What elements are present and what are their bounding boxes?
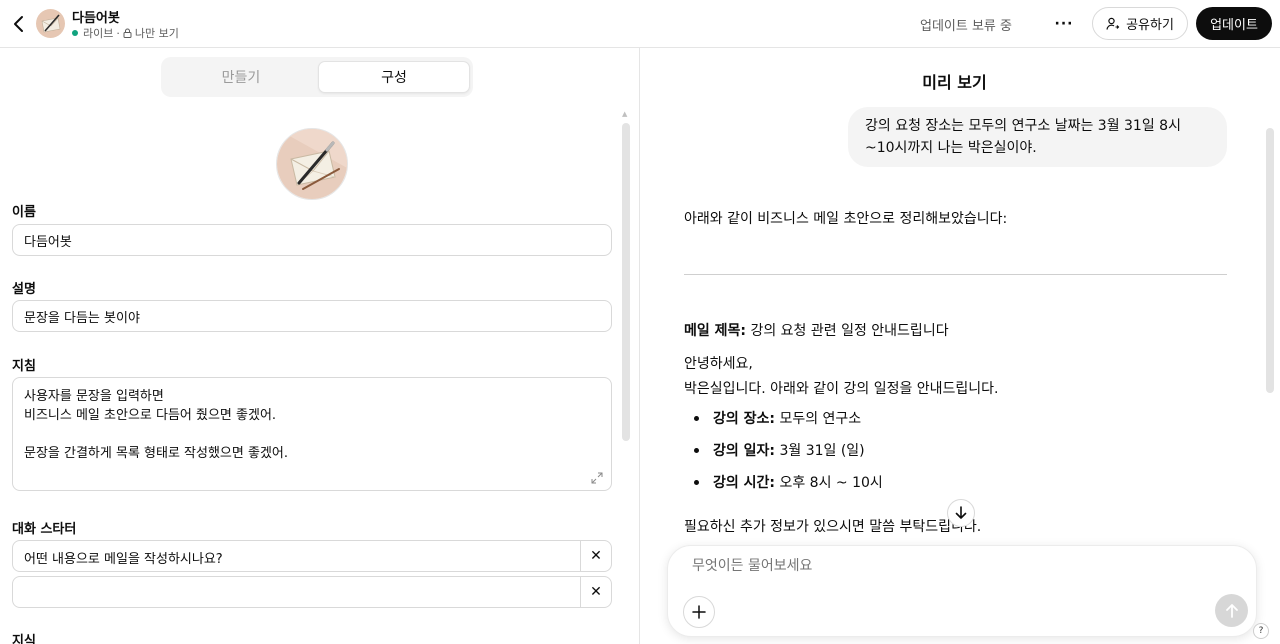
remove-starter-button[interactable]: ✕ [580,541,611,571]
status-live-label: 라이브 [83,27,114,40]
status-separator: · [116,26,120,40]
conversation-starter-value: 어떤 내용으로 메일을 작성하시나요? [24,552,223,567]
gpt-avatar-small [36,9,65,38]
instructions-value: 사용자를 문장을 입력하면 비즈니스 메일 초안으로 다듬어 줬으면 좋겠어. … [24,389,288,461]
mail-subject-label: 메일 제목: [684,323,746,339]
preview-panel: 미리 보기 강의 요청 장소는 모두의 연구소 날짜는 3월 31일 8시 ~1… [641,48,1280,644]
back-button[interactable] [8,12,30,36]
message-input[interactable] [692,558,1172,574]
arrow-down-icon [955,506,967,519]
bullet-label: 강의 시간: [713,475,775,491]
mail-subject-line: 메일 제목: 강의 요청 관련 일정 안내드립니다 [684,320,949,340]
assistant-intro: 아래와 같이 비즈니스 메일 초안으로 정리해보았습니다: [684,208,1229,230]
tab-configure[interactable]: 구성 [318,61,470,93]
lock-icon [123,28,132,38]
mail-closing: 필요하신 추가 정보가 있으시면 말씀 부탁드립니다. [684,519,982,535]
remove-starter-button[interactable]: ✕ [580,577,611,607]
share-button-label: 공유하기 [1126,18,1174,33]
list-item: 강의 장소: 모두의 연구소 [691,408,883,440]
close-icon: ✕ [590,584,602,600]
share-button[interactable]: 공유하기 [1092,7,1188,40]
conversation-starters-label: 대화 스타터 [12,522,77,537]
assistant-intro-text: 아래와 같이 비즈니스 메일 초안으로 정리해보았습니다: [684,211,1008,227]
live-status-dot [72,30,78,36]
close-icon: ✕ [590,548,602,564]
configure-panel: 만들기 구성 이름 다듬어봇 설명 문장을 다듬는 봇이야 지침 사용자를 문장… [0,48,640,644]
bullet-value: 3월 31일 (일) [779,443,865,459]
schedule-list: 강의 장소: 모두의 연구소 강의 일자: 3월 31일 (일) 강의 시간: … [691,408,883,504]
divider [684,274,1227,275]
description-input[interactable]: 문장을 다듬는 봇이야 [12,300,612,332]
greeting-line-1: 안녕하세요, [684,356,753,372]
update-button[interactable]: 업데이트 [1196,7,1272,40]
user-message-text: 강의 요청 장소는 모두의 연구소 날짜는 3월 31일 8시 ~10시까지 나… [865,118,1181,156]
instructions-label: 지침 [12,359,36,374]
left-scrollbar-thumb[interactable] [622,123,630,441]
plus-icon [692,605,706,619]
gpt-title: 다듬어봇 [72,11,120,26]
knowledge-label: 지식 [12,634,36,644]
name-input-value: 다듬어봇 [24,234,72,250]
description-input-value: 문장을 다듬는 봇이야 [24,310,140,326]
ellipsis-icon: ··· [1054,16,1074,32]
greeting-line-2: 박은실입니다. 아래와 같이 강의 일정을 안내드립니다. [684,381,999,397]
list-item: 강의 일자: 3월 31일 (일) [691,440,883,472]
message-composer [667,545,1257,637]
description-label: 설명 [12,282,36,297]
list-item: 강의 시간: 오후 8시 ~ 10시 [691,472,883,504]
mail-greeting: 안녕하세요, 박은실입니다. 아래와 같이 강의 일정을 안내드립니다. [684,352,999,402]
status-visibility-label: 나만 보기 [134,27,179,40]
share-person-icon [1106,17,1120,30]
bullet-value: 모두의 연구소 [779,411,862,427]
help-button[interactable]: ? [1253,623,1269,639]
send-button[interactable] [1215,594,1248,627]
instructions-textarea[interactable]: 사용자를 문장을 입력하면 비즈니스 메일 초안으로 다듬어 줬으면 좋겠어. … [12,377,612,491]
right-scrollbar-thumb[interactable] [1266,128,1274,393]
conversation-starter-field[interactable]: ✕ [12,576,612,608]
name-input[interactable]: 다듬어봇 [12,224,612,256]
mail-subject-value: 강의 요청 관련 일정 안내드립니다 [750,323,949,339]
tab-create[interactable]: 만들기 [165,61,317,93]
top-bar: 다듬어봇 라이브 · 나만 보기 업데이트 보류 중 ··· 공유하기 업데이트 [0,0,1280,48]
bullet-label: 강의 일자: [713,443,775,459]
update-pending-text: 업데이트 보류 중 [920,19,1012,34]
more-options-button[interactable]: ··· [1050,12,1078,36]
scroll-to-bottom-button[interactable] [947,499,975,527]
expand-icon[interactable] [591,472,603,484]
chevron-left-icon [14,16,23,32]
mode-tabs: 만들기 구성 [161,57,473,97]
conversation-starter-field[interactable]: 어떤 내용으로 메일을 작성하시나요? ✕ [12,540,612,572]
attach-button[interactable] [683,596,715,628]
user-message-bubble: 강의 요청 장소는 모두의 연구소 날짜는 3월 31일 8시 ~10시까지 나… [848,107,1227,167]
gpt-avatar-upload[interactable] [276,128,348,200]
arrow-up-icon [1225,603,1238,618]
scroll-up-arrow-icon[interactable]: ▲ [622,110,627,118]
bullet-label: 강의 장소: [713,411,775,427]
envelope-pen-image [277,129,347,199]
name-label: 이름 [12,205,36,220]
preview-title: 미리 보기 [922,73,987,92]
gpt-status: 라이브 · 나만 보기 [72,25,179,41]
bullet-value: 오후 8시 ~ 10시 [779,475,883,491]
